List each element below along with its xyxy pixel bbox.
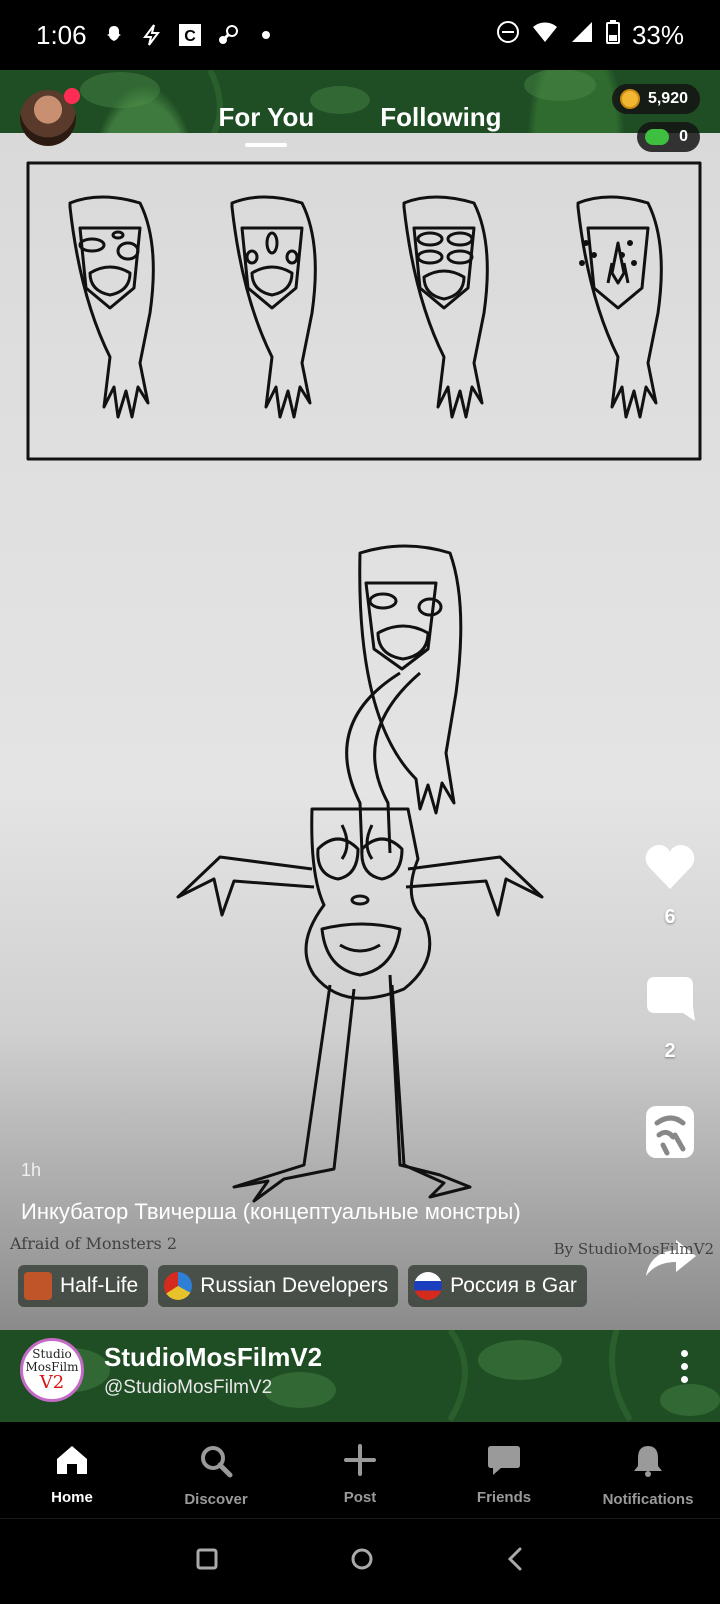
comment-icon[interactable] xyxy=(645,975,695,1030)
feed-tabs: For You Following xyxy=(0,102,720,147)
chip-russia[interactable]: Россия в Gar xyxy=(408,1265,587,1307)
system-nav-bar xyxy=(0,1518,720,1604)
remix-action[interactable] xyxy=(642,1105,698,1164)
svg-text:C: C xyxy=(184,28,196,45)
post-image xyxy=(0,133,720,1330)
heart-icon[interactable] xyxy=(645,845,695,896)
remix-icon[interactable] xyxy=(645,1105,695,1164)
dot-icon xyxy=(253,22,279,48)
chip-half-life[interactable]: Half-Life xyxy=(18,1265,149,1307)
comment-action[interactable]: 2 xyxy=(642,975,698,1063)
bottom-nav: Home Discover Post Friends Notifications xyxy=(0,1422,720,1518)
monster-drawing xyxy=(26,161,702,1203)
creator-name[interactable]: StudioMosFilmV2 xyxy=(104,1342,322,1373)
nav-label: Friends xyxy=(476,1489,532,1506)
c-icon: C xyxy=(177,22,203,48)
gems-counter[interactable]: 0 xyxy=(637,122,700,152)
nav-label: Post xyxy=(343,1489,377,1506)
community-chips: Half-Life Russian Developers Россия в Ga… xyxy=(0,1265,720,1313)
creator-info[interactable]: Studio MosFilm V2 StudioMosFilmV2 @Studi… xyxy=(20,1338,322,1402)
chat-icon xyxy=(487,1444,521,1481)
gems-value: 0 xyxy=(679,128,688,145)
status-time: 1:06 xyxy=(36,19,87,50)
plus-icon xyxy=(344,1444,376,1481)
battery-icon xyxy=(605,19,620,51)
coins-value: 5,920 xyxy=(647,90,688,107)
creator-handle[interactable]: @StudioMosFilmV2 xyxy=(104,1377,322,1399)
watermark-title: Afraid of Monsters 2 xyxy=(10,1234,178,1253)
half-life-icon xyxy=(24,1272,52,1300)
battery-percent: 33% xyxy=(631,19,684,50)
rd-logo-icon xyxy=(164,1272,193,1300)
nav-label: Discover xyxy=(184,1491,248,1508)
home-circle-icon[interactable] xyxy=(350,1547,374,1576)
nav-post[interactable]: Post xyxy=(288,1422,432,1518)
snapchat-icon xyxy=(101,22,127,48)
nav-friends[interactable]: Friends xyxy=(432,1422,576,1518)
more-options-icon[interactable] xyxy=(678,1350,690,1383)
bolt-icon xyxy=(139,22,165,48)
dnd-icon xyxy=(496,20,520,51)
nav-label: Notifications xyxy=(602,1491,694,1508)
gem-icon xyxy=(645,129,670,145)
nav-home[interactable]: Home xyxy=(0,1422,144,1518)
wifi-icon xyxy=(532,20,558,51)
post-time: 1h xyxy=(21,1160,42,1180)
avatar-text-v2: V2 xyxy=(39,1372,65,1393)
post-caption[interactable]: Инкубатор Твичерша (концептуальные монст… xyxy=(21,1194,521,1229)
bell-icon xyxy=(632,1444,664,1483)
steam-icon xyxy=(215,22,241,48)
status-bar: 1:06 C 33% xyxy=(0,0,720,70)
chip-label: Half-Life xyxy=(60,1274,139,1297)
tab-following[interactable]: Following xyxy=(380,102,501,147)
nav-discover[interactable]: Discover xyxy=(144,1422,288,1518)
watermark-author: By StudioMosFilmV2 xyxy=(553,1240,714,1258)
comment-count: 2 xyxy=(664,1040,676,1062)
like-action[interactable]: 6 xyxy=(642,845,698,929)
signal-icon xyxy=(570,20,594,51)
chip-russian-developers[interactable]: Russian Developers xyxy=(158,1265,399,1307)
coins-counter[interactable]: 5,920 xyxy=(611,84,700,114)
coin-icon xyxy=(619,89,640,109)
post-viewer[interactable]: For You Following 5,920 0 6 2 1h Afraid … xyxy=(0,70,720,1422)
tab-for-you[interactable]: For You xyxy=(218,102,314,147)
search-icon xyxy=(199,1444,233,1483)
russia-flag-icon xyxy=(414,1272,443,1300)
chip-label: Russian Developers xyxy=(200,1274,389,1297)
like-count: 6 xyxy=(664,906,676,928)
nav-notifications[interactable]: Notifications xyxy=(576,1422,720,1518)
recents-square-icon[interactable] xyxy=(196,1548,218,1575)
back-chevron-icon[interactable] xyxy=(506,1547,524,1576)
nav-label: Home xyxy=(51,1489,93,1506)
home-icon xyxy=(55,1444,89,1481)
creator-avatar[interactable]: Studio MosFilm V2 xyxy=(20,1338,84,1402)
chip-label: Россия в Gar xyxy=(450,1274,577,1297)
